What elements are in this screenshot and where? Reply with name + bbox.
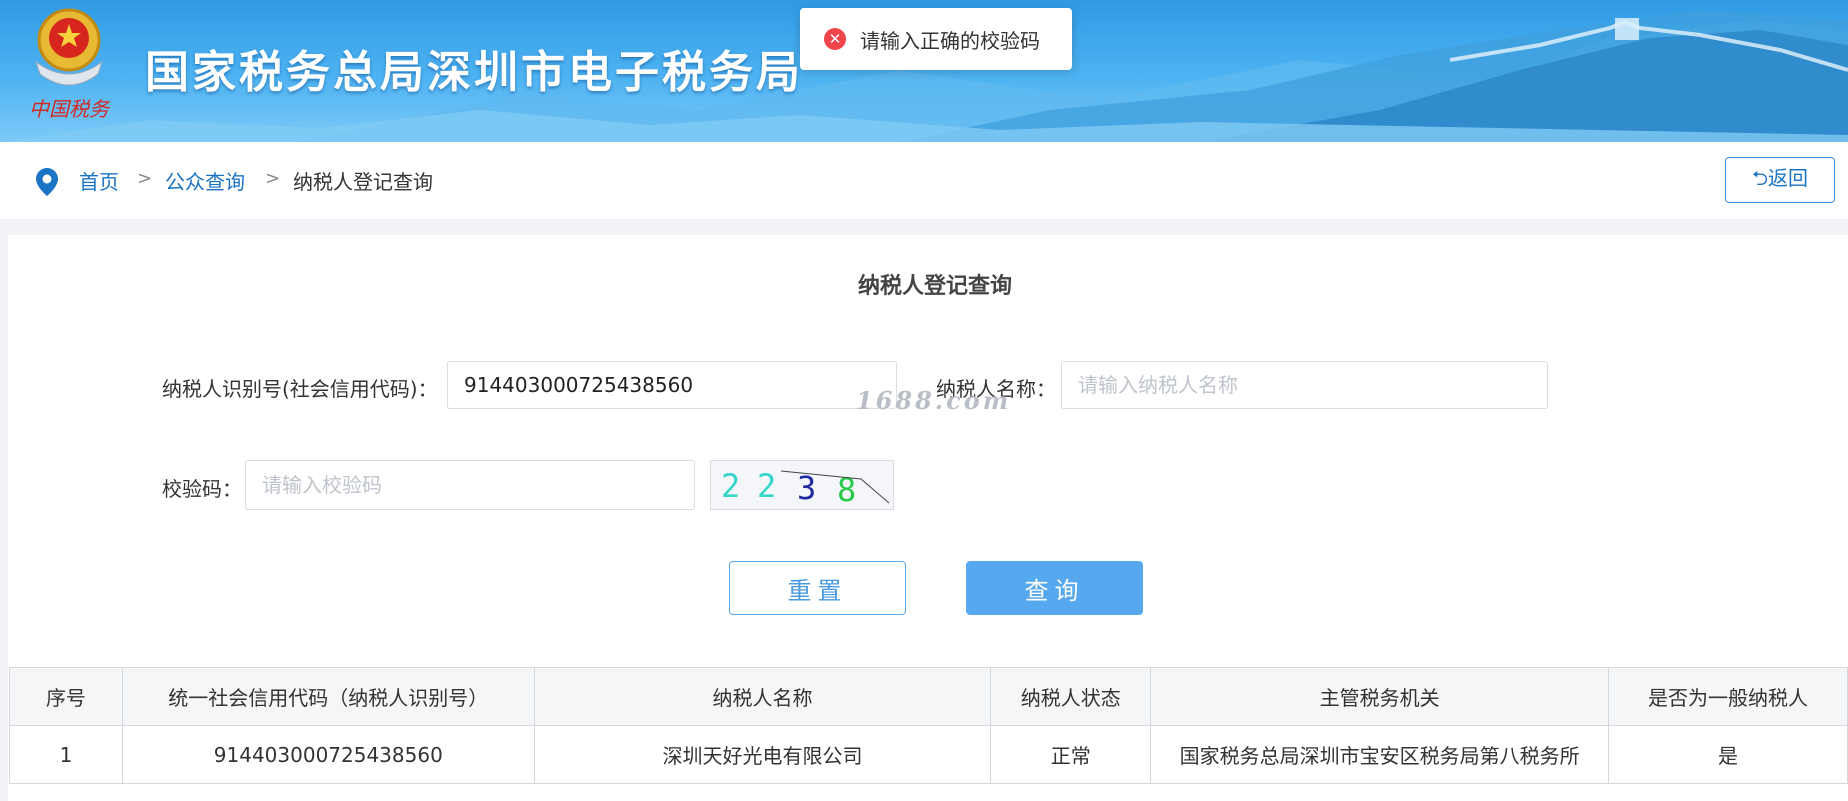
back-button-label: ⮌返回 [1751, 166, 1809, 190]
query-button-label: 查询 [1024, 576, 1085, 605]
table-cell: 914403000725438560 [121, 725, 535, 784]
table-cell: 1 [9, 725, 123, 784]
site-title: 国家税务总局深圳市电子税务局 [145, 47, 803, 98]
location-pin-icon [36, 168, 58, 196]
header-banner: 中国税务 国家税务总局深圳市电子税务局 ✕ 请输入正确的校验码 [0, 0, 1848, 142]
breadcrumb: 首页 > 公众查询 > 纳税人登记查询 ⮌返回 [0, 142, 1848, 219]
reset-button-label: 重置 [787, 576, 848, 605]
column-header: 序号 [9, 667, 123, 726]
tin-input[interactable] [447, 361, 897, 409]
watermark: 1688.com [856, 386, 1012, 415]
captcha-image[interactable]: 2 2 3 8 [710, 460, 894, 510]
captcha-label: 校验码： [162, 477, 242, 501]
breadcrumb-separator: > [265, 168, 281, 189]
form-title: 纳税人登记查询 [857, 274, 1012, 299]
results-table: 序号 统一社会信用代码（纳税人识别号） 纳税人名称 纳税人状态 主管税务机关 是… [9, 667, 1848, 784]
table-cell: 是 [1608, 725, 1848, 784]
captcha-char: 2 [721, 467, 740, 505]
column-header: 主管税务机关 [1150, 667, 1610, 726]
column-header: 纳税人名称 [533, 667, 992, 726]
column-header: 纳税人状态 [990, 667, 1152, 726]
emblem-caption: 中国税务 [29, 97, 111, 121]
query-button[interactable]: 查询 [966, 561, 1143, 615]
breadcrumb-current: 纳税人登记查询 [293, 170, 433, 194]
table-row: 1 914403000725438560 深圳天好光电有限公司 正常 国家税务总… [9, 725, 1848, 784]
table-cell: 国家税务总局深圳市宝安区税务局第八税务所 [1150, 725, 1610, 784]
breadcrumb-public-query-link[interactable]: 公众查询 [165, 166, 245, 195]
column-header: 统一社会信用代码（纳税人识别号） [121, 667, 535, 726]
table-header-row: 序号 统一社会信用代码（纳税人识别号） 纳税人名称 纳税人状态 主管税务机关 是… [9, 667, 1848, 726]
captcha-input[interactable] [245, 460, 695, 510]
taxpayer-name-input[interactable] [1061, 361, 1548, 409]
error-toast: ✕ 请输入正确的校验码 [800, 8, 1072, 70]
column-header: 是否为一般纳税人 [1608, 667, 1848, 726]
toast-message: 请输入正确的校验码 [860, 28, 1040, 53]
back-button[interactable]: ⮌返回 [1725, 157, 1835, 203]
captcha-char: 2 [757, 467, 776, 505]
table-cell: 正常 [990, 725, 1152, 784]
breadcrumb-separator: > [137, 168, 153, 189]
breadcrumb-home-link[interactable]: 首页 [79, 166, 119, 195]
close-circle-icon: ✕ [824, 28, 846, 50]
reset-button[interactable]: 重置 [729, 561, 906, 615]
tin-label: 纳税人识别号(社会信用代码)： [162, 377, 438, 401]
tax-emblem-logo: 中国税务 [22, 4, 116, 124]
table-cell: 深圳天好光电有限公司 [533, 725, 992, 784]
